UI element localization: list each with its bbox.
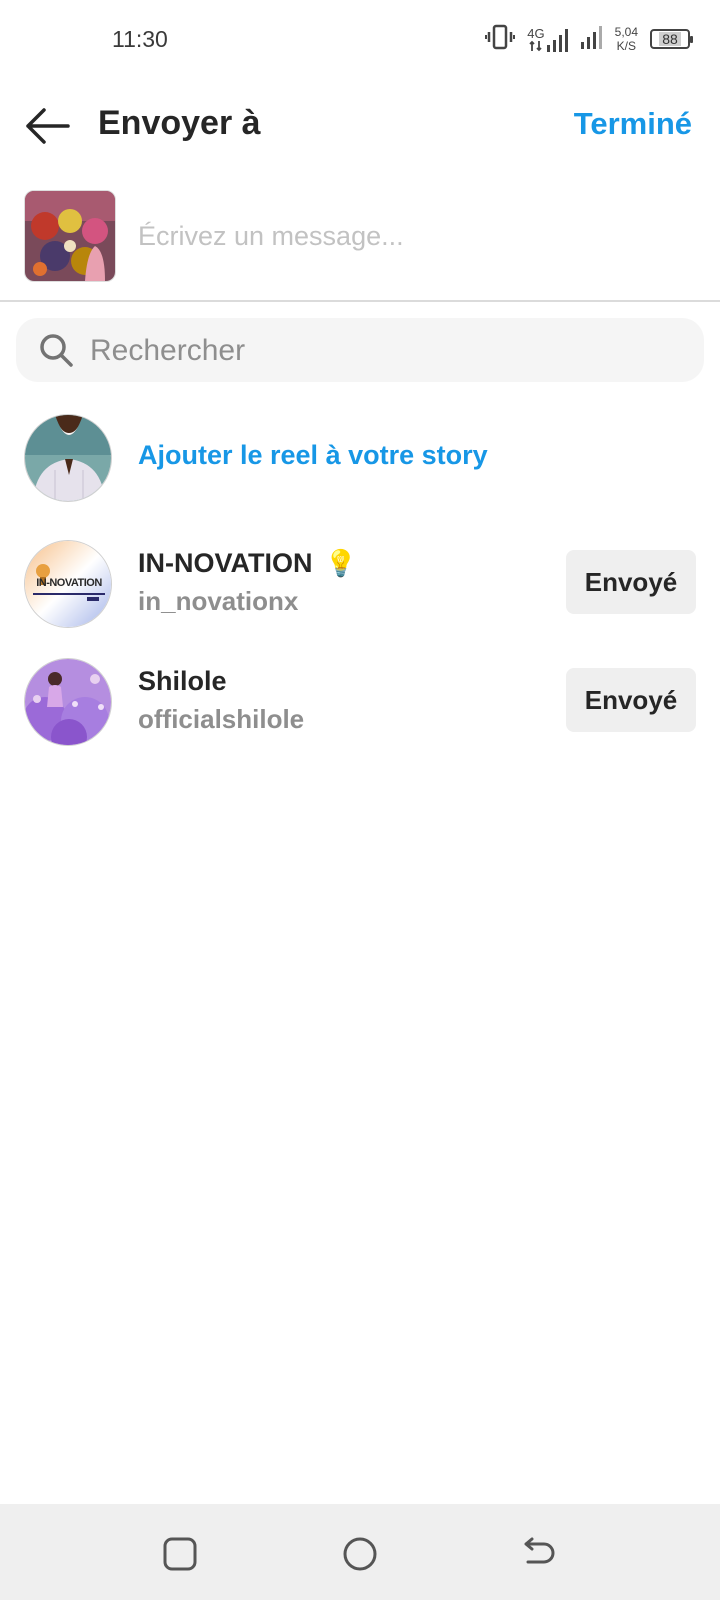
list-item[interactable]: IN-NOVATION IN-NOVATION 💡 in_novationx E… <box>0 536 720 632</box>
header: Envoyer à Terminé <box>0 90 720 160</box>
vibrate-icon <box>485 24 516 55</box>
back-arrow-icon[interactable] <box>22 106 74 146</box>
sent-button[interactable]: Envoyé <box>566 668 696 732</box>
add-to-story-row[interactable]: Ajouter le reel à votre story <box>0 410 720 506</box>
contact-name-text: IN-NOVATION <box>138 548 313 578</box>
recent-apps-icon[interactable] <box>160 1534 200 1574</box>
search-bar[interactable] <box>16 318 704 382</box>
avatar <box>24 414 112 502</box>
battery-level: 88 <box>659 32 681 46</box>
avatar: IN-NOVATION <box>24 540 112 628</box>
reel-thumbnail <box>24 190 116 282</box>
network-type: 4G <box>527 25 545 41</box>
battery-icon: 88 <box>650 29 693 49</box>
done-button[interactable]: Terminé <box>574 106 692 142</box>
divider <box>0 300 720 302</box>
status-icons: 4G 5,04 K/S 88 <box>485 22 693 56</box>
search-icon <box>40 334 73 367</box>
back-nav-icon[interactable] <box>518 1534 558 1574</box>
contact-name: IN-NOVATION 💡 <box>138 548 357 579</box>
speed-unit: K/S <box>616 39 636 53</box>
lightbulb-icon: 💡 <box>324 548 357 578</box>
compose-area <box>0 190 720 300</box>
avatar-logo-text: IN-NOVATION <box>36 577 102 589</box>
contact-name: Shilole <box>138 666 227 696</box>
add-to-story-label: Ajouter le reel à votre story <box>138 440 488 470</box>
search-input[interactable] <box>88 326 682 376</box>
contact-username: officialshilole <box>138 704 305 734</box>
avatar <box>24 658 112 746</box>
list-item[interactable]: Shilole officialshilole Envoyé <box>0 654 720 750</box>
cellular-signal-4g-icon: 4G <box>527 27 568 52</box>
network-speed: 5,04 K/S <box>615 25 638 53</box>
contact-username: in_novationx <box>138 586 299 616</box>
sent-button[interactable]: Envoyé <box>566 550 696 614</box>
page-title: Envoyer à <box>98 104 261 142</box>
speed-value: 5,04 <box>614 25 638 39</box>
home-icon[interactable] <box>340 1534 380 1574</box>
status-time: 11:30 <box>112 26 168 52</box>
signal-icon <box>580 25 603 54</box>
message-input[interactable] <box>136 210 680 262</box>
system-navigation-bar <box>0 1504 720 1600</box>
status-bar: 11:30 4G 5,04 K/S 88 <box>0 0 720 80</box>
